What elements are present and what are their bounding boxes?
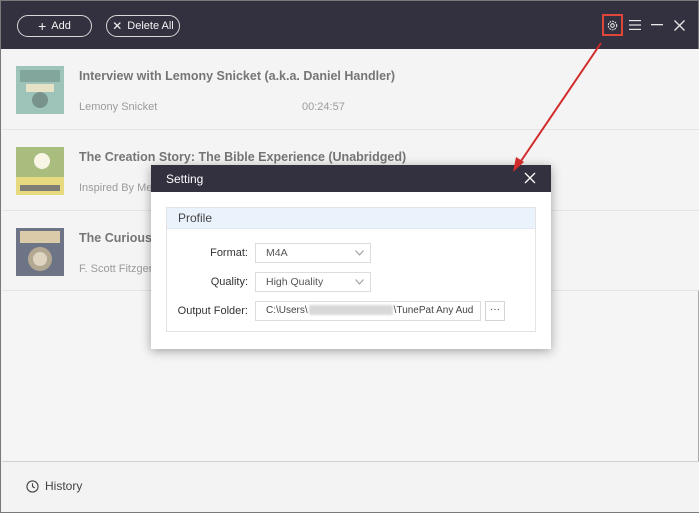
profile-heading: Profile (167, 208, 535, 229)
app-window: + Add ✕ Delete All Interview with Lemony… (0, 0, 699, 513)
browse-folder-button[interactable]: ··· (485, 301, 505, 321)
plus-icon: + (38, 18, 47, 34)
dialog-title: Setting (166, 172, 204, 186)
menu-button[interactable] (624, 13, 646, 37)
minimize-icon (651, 24, 663, 26)
settings-button[interactable] (602, 14, 623, 36)
footer-bar: History (2, 461, 699, 512)
output-path-suffix: \TunePat Any Aud (393, 305, 474, 316)
history-button[interactable]: History (26, 479, 82, 493)
minimize-button[interactable] (646, 13, 668, 37)
format-select[interactable]: M4A (255, 243, 371, 263)
chevron-down-icon (355, 279, 364, 285)
hamburger-menu-icon (629, 20, 641, 30)
format-value: M4A (266, 247, 288, 259)
redacted-username (308, 305, 393, 316)
clock-icon (26, 479, 39, 493)
chevron-down-icon (355, 250, 364, 256)
quality-label: Quality: (210, 276, 248, 288)
format-label: Format: (210, 247, 248, 259)
output-path-prefix: C:\Users\ (266, 305, 308, 316)
close-icon (673, 19, 685, 31)
delete-all-button[interactable]: ✕ Delete All (106, 15, 180, 37)
title-bar: + Add ✕ Delete All (1, 1, 698, 49)
output-folder-label: Output Folder: (177, 305, 248, 317)
output-folder-field[interactable]: C:\Users\ \TunePat Any Aud (255, 301, 481, 321)
gear-icon (607, 20, 618, 30)
dialog-header: Setting (151, 165, 551, 192)
dialog-close-icon[interactable] (523, 171, 537, 185)
quality-select[interactable]: High Quality (255, 272, 371, 292)
add-button[interactable]: + Add (17, 15, 92, 37)
delete-all-label: Delete All (127, 20, 174, 32)
settings-dialog: Setting Profile Format: M4A Quality: Hig… (151, 165, 551, 349)
history-label: History (45, 479, 83, 493)
close-button[interactable] (668, 13, 690, 37)
add-button-label: Add (51, 20, 71, 32)
quality-value: High Quality (266, 276, 324, 288)
x-icon: ✕ (112, 19, 123, 33)
